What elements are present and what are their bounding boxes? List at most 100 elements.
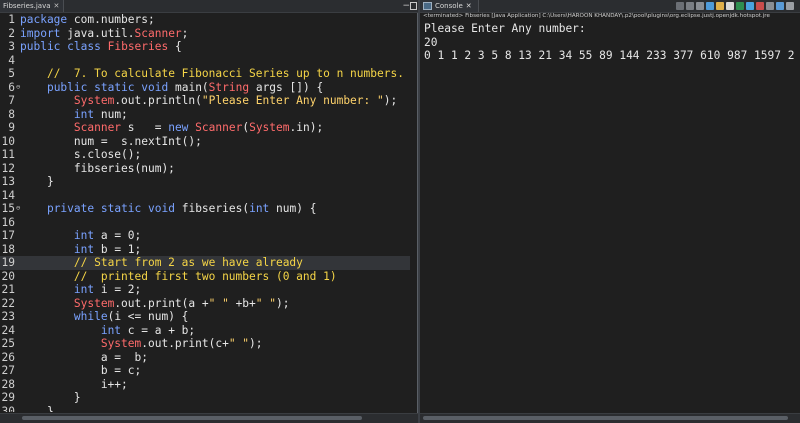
show-on-stdout-icon[interactable]	[736, 2, 744, 10]
line-text: s.close();	[20, 148, 142, 161]
line-text: int i = 2;	[73, 283, 142, 296]
code-line[interactable]: 4	[0, 54, 410, 68]
code-line[interactable]: 5 // 7. To calculate Fibonacci Series up…	[0, 67, 410, 81]
code-line[interactable]: 21 int i = 2;	[0, 283, 410, 297]
line-number: 5	[8, 67, 15, 80]
line-text: // printed first two numbers (0 and 1)	[73, 269, 337, 283]
line-number: 28	[1, 377, 15, 391]
terminate-icon[interactable]	[676, 2, 684, 10]
console-output[interactable]: Please Enter Any number: 20 0 1 1 2 3 5 8 …	[424, 22, 800, 63]
line-text: // Start from 2 as we have already	[73, 256, 303, 269]
remove-launch-icon[interactable]	[686, 2, 694, 10]
console-line: 20	[424, 35, 438, 49]
console-line: 0 1 1 2 3 5 8 13 21 34 55 89 144 233 377…	[424, 49, 795, 62]
scrollbar-thumb[interactable]	[22, 416, 362, 420]
view-menu-icon[interactable]	[786, 2, 794, 10]
code-line[interactable]: 19 // Start from 2 as we have already	[0, 256, 410, 270]
code-line[interactable]: 20 // printed first two numbers (0 and 1…	[0, 270, 410, 284]
line-number: 10	[1, 134, 15, 148]
scrollbar-thumb[interactable]	[423, 416, 788, 420]
line-number: 9	[8, 121, 15, 134]
code-line[interactable]: 22 System.out.print(a +" " +b+" ");	[0, 297, 410, 311]
line-text: Scanner s = new Scanner(System.in);	[73, 121, 324, 134]
line-number: 16	[1, 215, 15, 229]
console-toolbar	[676, 1, 794, 11]
line-text: private static void fibseries(int num) {	[46, 202, 317, 215]
close-icon[interactable]: ✕	[54, 0, 60, 12]
code-line[interactable]: 13 }	[0, 175, 410, 189]
code-line[interactable]: 23 while(i <= num) {	[0, 310, 410, 324]
line-number: 18	[1, 242, 15, 256]
line-text: a = b;	[20, 350, 148, 364]
display-console-icon[interactable]	[766, 2, 774, 10]
line-text: public class Fibseries {	[20, 40, 182, 53]
remove-all-icon[interactable]	[696, 2, 704, 10]
line-number: 11	[1, 148, 15, 161]
line-number: 6	[1, 81, 20, 95]
ide-window: Fibseries.java ✕ − 1 package com.numbers;…	[0, 0, 800, 423]
line-text: System.out.println("Please Enter Any num…	[73, 94, 398, 107]
minimize-icon[interactable]: −	[402, 0, 410, 12]
show-on-stderr-icon[interactable]	[746, 2, 754, 10]
line-number: 12	[1, 161, 15, 175]
code-lines[interactable]: 1 package com.numbers; 2 import java.util.S…	[0, 12, 418, 412]
line-number: 8	[8, 107, 15, 121]
open-console-icon[interactable]	[776, 2, 784, 10]
line-number: 3	[8, 40, 15, 53]
editor-horizontal-scrollbar[interactable]	[0, 413, 418, 423]
clear-console-icon[interactable]	[706, 2, 714, 10]
line-number: 19	[1, 256, 15, 269]
maximize-icon[interactable]	[410, 2, 417, 10]
line-number: 30	[1, 404, 15, 413]
code-line[interactable]: 29 }	[0, 391, 410, 405]
line-number: 23	[1, 310, 15, 323]
line-text: int num;	[73, 107, 128, 121]
code-line[interactable]: 18 int b = 1;	[0, 243, 410, 257]
code-line[interactable]: 9 Scanner s = new Scanner(System.in);	[0, 121, 410, 135]
code-line[interactable]: 8 int num;	[0, 108, 410, 122]
tab-label: Fibseries.java	[3, 2, 51, 10]
code-line[interactable]: 14	[0, 189, 410, 203]
line-text: num = s.nextInt();	[20, 134, 202, 148]
line-text: }	[20, 391, 81, 404]
word-wrap-icon[interactable]	[726, 2, 734, 10]
console-view[interactable]: Console ✕ <terminated> Fibseries [Java A…	[420, 0, 800, 423]
tab-console[interactable]: Console ✕	[420, 0, 479, 12]
pin-console-icon[interactable]	[756, 2, 764, 10]
code-line[interactable]: 28 i++;	[0, 378, 410, 392]
close-icon[interactable]: ✕	[466, 0, 472, 12]
line-text: public static void main(String args []) …	[46, 80, 324, 94]
tab-fibseries-java[interactable]: Fibseries.java ✕	[0, 0, 65, 12]
line-number: 2	[8, 26, 15, 40]
line-number: 24	[1, 323, 15, 337]
code-line[interactable]: 24 int c = a + b;	[0, 324, 410, 338]
scroll-lock-icon[interactable]	[716, 2, 724, 10]
code-line[interactable]: 26 a = b;	[0, 351, 410, 365]
code-line[interactable]: 11 s.close();	[0, 148, 410, 162]
launch-status: <terminated> Fibseries [Java Application…	[423, 13, 770, 19]
code-line[interactable]: 25 System.out.print(c+" ");	[0, 337, 410, 351]
line-number: 21	[1, 283, 15, 296]
line-number: 29	[1, 391, 15, 404]
code-line[interactable]: 7 System.out.println("Please Enter Any n…	[0, 94, 410, 108]
code-editor[interactable]: Fibseries.java ✕ − 1 package com.numbers;…	[0, 0, 418, 423]
line-text: b = c;	[20, 364, 142, 377]
code-line[interactable]: 2 import java.util.Scanner;	[0, 27, 410, 41]
code-line[interactable]: 3 public class Fibseries {	[0, 40, 410, 54]
code-line[interactable]: 17 int a = 0;	[0, 229, 410, 243]
code-line[interactable]: 27 b = c;	[0, 364, 410, 378]
line-number: 13	[1, 175, 15, 188]
line-text: i++;	[20, 377, 128, 391]
code-line[interactable]: 6 public static void main(String args []…	[0, 81, 410, 95]
line-number: 7	[8, 94, 15, 107]
code-line[interactable]: 30 }	[0, 405, 410, 413]
code-line[interactable]: 15 private static void fibseries(int num…	[0, 202, 410, 216]
line-number: 25	[1, 337, 15, 350]
code-line[interactable]: 12 fibseries(num);	[0, 162, 410, 176]
code-line[interactable]: 1 package com.numbers;	[0, 13, 410, 27]
line-text: int c = a + b;	[100, 323, 196, 337]
console-horizontal-scrollbar[interactable]	[420, 413, 800, 423]
line-text: // 7. To calculate Fibonacci Series up t…	[46, 67, 404, 80]
code-line[interactable]: 16	[0, 216, 410, 230]
code-line[interactable]: 10 num = s.nextInt();	[0, 135, 410, 149]
